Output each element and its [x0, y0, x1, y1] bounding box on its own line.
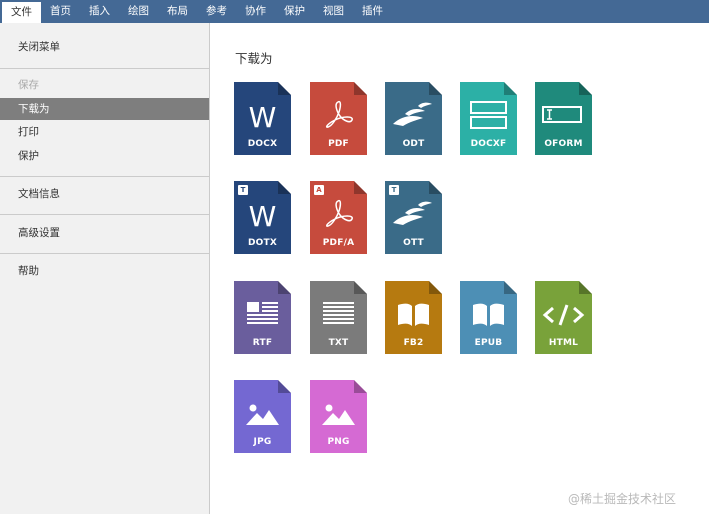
- sidebar-item-download-as[interactable]: 下载为: [0, 98, 209, 120]
- format-odt-button[interactable]: ODT: [385, 82, 442, 155]
- format-label: JPG: [253, 437, 272, 447]
- open-book-icon: [398, 303, 429, 326]
- format-label: PNG: [327, 437, 350, 447]
- tab-draw[interactable]: 绘图: [119, 0, 158, 23]
- format-html-button[interactable]: HTML: [535, 281, 592, 354]
- format-pdf-button[interactable]: PDF: [310, 82, 367, 155]
- form-template-icon: [470, 101, 507, 129]
- format-label: RTF: [252, 338, 273, 348]
- sidebar-divider: [0, 214, 209, 215]
- watermark-text: @稀土掘金技术社区: [568, 492, 677, 506]
- format-pdfa-button[interactable]: A PDF/A: [310, 181, 367, 254]
- svg-text:W: W: [249, 101, 277, 134]
- archive-badge: A: [314, 185, 324, 195]
- format-label: PDF: [328, 139, 349, 149]
- word-icon: W: [249, 101, 277, 134]
- image-icon: [322, 404, 355, 425]
- top-menu-bar: 文件 首页 插入 绘图 布局 参考 协作 保护 视图 插件: [0, 0, 709, 23]
- format-epub-button[interactable]: EPUB: [460, 281, 517, 354]
- sidebar-divider: [0, 253, 209, 254]
- format-label: DOTX: [248, 238, 277, 248]
- format-label: EPUB: [474, 338, 503, 348]
- tab-layout[interactable]: 布局: [158, 0, 197, 23]
- format-oform-button[interactable]: OFORM: [535, 82, 592, 155]
- tab-insert[interactable]: 插入: [80, 0, 119, 23]
- template-badge: T: [389, 185, 399, 195]
- code-icon: [542, 304, 585, 326]
- tab-file[interactable]: 文件: [2, 0, 41, 23]
- format-label: HTML: [548, 338, 579, 348]
- tab-home[interactable]: 首页: [41, 0, 80, 23]
- file-menu-sidebar: 关闭菜单 保存 下载为 打印 保护 文档信息 高级设置 帮助: [0, 23, 210, 514]
- format-docxf-button[interactable]: DOCXF: [460, 82, 517, 155]
- format-txt-button[interactable]: TXT: [310, 281, 367, 354]
- sidebar-item-advanced-settings[interactable]: 高级设置: [0, 222, 209, 244]
- open-book-icon: [473, 303, 504, 326]
- sidebar-divider: [0, 176, 209, 177]
- format-label: PDF/A: [322, 238, 355, 248]
- format-label: TXT: [328, 338, 349, 348]
- format-label: OFORM: [544, 139, 583, 149]
- odt-icon: [393, 102, 432, 126]
- format-png-button[interactable]: PNG: [310, 380, 367, 453]
- sidebar-item-protect[interactable]: 保护: [0, 145, 209, 167]
- format-ott-button[interactable]: T OTT: [385, 181, 442, 254]
- format-rtf-button[interactable]: RTF: [234, 281, 291, 354]
- format-docx-button[interactable]: W DOCX: [234, 82, 291, 155]
- tab-references[interactable]: 参考: [197, 0, 236, 23]
- rich-text-icon: [247, 302, 278, 324]
- tab-protection[interactable]: 保护: [275, 0, 314, 23]
- sidebar-divider: [0, 68, 209, 69]
- format-label: ODT: [402, 139, 425, 149]
- format-fb2-button[interactable]: FB2: [385, 281, 442, 354]
- format-label: OTT: [403, 238, 424, 248]
- form-field-icon: [542, 106, 582, 123]
- tab-plugins[interactable]: 插件: [353, 0, 392, 23]
- template-badge: T: [238, 185, 248, 195]
- format-label: FB2: [403, 338, 424, 348]
- sidebar-item-document-info[interactable]: 文档信息: [0, 183, 209, 205]
- sidebar-item-save: 保存: [18, 79, 39, 91]
- sidebar-item-close-menu[interactable]: 关闭菜单: [0, 36, 209, 58]
- format-label: DOCX: [247, 139, 278, 149]
- format-jpg-button[interactable]: JPG: [234, 380, 291, 453]
- download-as-title: 下载为: [235, 51, 273, 66]
- format-label: DOCXF: [470, 139, 507, 149]
- sidebar-item-help[interactable]: 帮助: [0, 260, 209, 282]
- tab-view[interactable]: 视图: [314, 0, 353, 23]
- image-icon: [246, 404, 279, 425]
- format-dotx-button[interactable]: W T DOTX: [234, 181, 291, 254]
- pdf-icon: [325, 100, 353, 128]
- sidebar-item-print[interactable]: 打印: [0, 121, 209, 143]
- tab-collaboration[interactable]: 协作: [236, 0, 275, 23]
- text-lines-icon: [323, 302, 354, 324]
- svg-text:W: W: [249, 200, 277, 233]
